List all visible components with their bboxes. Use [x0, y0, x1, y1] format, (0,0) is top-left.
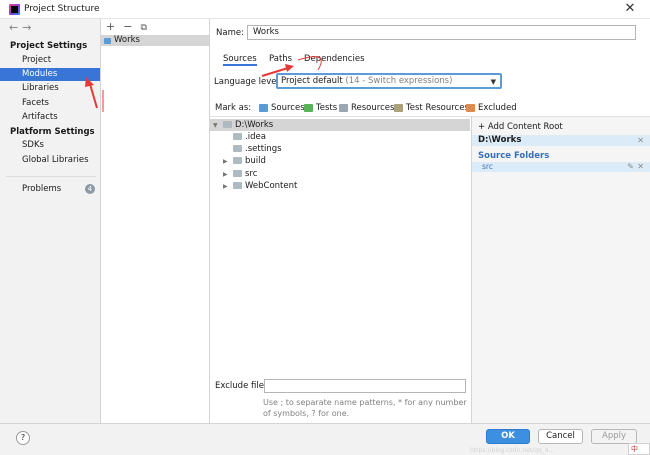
- title-bar: Project Structure ✕: [0, 0, 650, 19]
- module-name-field[interactable]: Works: [247, 25, 636, 40]
- sidebar-divider: [6, 176, 96, 177]
- language-level-detail: (14 - Switch expressions): [345, 76, 453, 86]
- source-folders-label: Source Folders: [478, 151, 550, 161]
- apply-button[interactable]: Apply: [591, 429, 637, 444]
- folder-icon: [233, 170, 242, 177]
- module-item-label: Works: [114, 35, 140, 45]
- tree-row-label: .idea: [245, 132, 266, 142]
- content-root-header: D:\Works ✕: [472, 135, 650, 146]
- tree-row-build[interactable]: ▶ build: [223, 155, 266, 167]
- mark-as-label: Mark as:: [215, 103, 252, 113]
- mark-sources-label: Sources: [271, 103, 305, 113]
- tree-row-label: WebContent: [245, 181, 298, 191]
- add-content-root-button[interactable]: + Add Content Root: [472, 122, 650, 132]
- sidebar-item-facets[interactable]: Facets: [0, 97, 100, 110]
- tree-row-src[interactable]: ▶ src: [223, 168, 257, 180]
- ok-button[interactable]: OK: [486, 429, 530, 444]
- mark-sources-button[interactable]: Sources: [259, 103, 305, 114]
- section-platform-settings: Platform Settings: [10, 127, 95, 137]
- remove-icon[interactable]: −: [123, 20, 132, 33]
- content-roots-panel: + Add Content Root D:\Works ✕ Source Fol…: [471, 116, 650, 423]
- content-root-tree: ▼ D:\Works .idea .settings ▶ build ▶ src ▶ W…: [210, 116, 471, 374]
- folder-icon: [233, 133, 242, 140]
- collapsed-arrow-icon[interactable]: ▶: [223, 156, 233, 168]
- mark-resources-button[interactable]: Resources: [339, 103, 394, 114]
- edit-icon[interactable]: ✎: [627, 162, 634, 172]
- tree-row-settings[interactable]: .settings: [223, 143, 282, 155]
- excluded-folder-icon: [466, 104, 475, 112]
- window-title: Project Structure: [24, 4, 100, 14]
- module-folder-icon: [104, 38, 111, 44]
- remove-root-icon[interactable]: ✕: [637, 135, 644, 146]
- module-list-panel: + − ⧉ Works: [101, 19, 210, 423]
- tree-row-webcontent[interactable]: ▶ WebContent: [223, 180, 297, 192]
- folder-icon: [233, 157, 242, 164]
- watermark-text: https://blog.csdn.net/qq_4...: [470, 447, 555, 454]
- source-folder-entry[interactable]: src ✎ ✕: [472, 162, 650, 172]
- tree-row-label: build: [245, 156, 266, 166]
- help-icon[interactable]: ?: [16, 431, 30, 445]
- tree-row-label: D:\Works: [235, 120, 274, 130]
- mark-excluded-label: Excluded: [478, 103, 517, 113]
- tree-row-label: .settings: [245, 144, 282, 154]
- close-icon[interactable]: ✕: [623, 2, 637, 16]
- module-toolbar: + − ⧉: [106, 20, 155, 33]
- copy-icon[interactable]: ⧉: [140, 23, 146, 33]
- tab-paths[interactable]: Paths: [269, 54, 292, 66]
- mark-tests-label: Tests: [316, 103, 338, 113]
- exclude-files-hint: Use ; to separate name patterns, * for a…: [263, 398, 467, 418]
- exclude-files-input[interactable]: [264, 379, 466, 393]
- test-resources-folder-icon: [394, 104, 403, 112]
- tab-sources[interactable]: Sources: [223, 54, 257, 66]
- folder-icon: [233, 145, 242, 152]
- mark-excluded-button[interactable]: Excluded: [466, 103, 517, 114]
- folder-icon: [233, 182, 242, 189]
- mark-test-resources-label: Test Resources: [406, 103, 469, 113]
- sidebar-item-sdks[interactable]: SDKs: [0, 139, 100, 152]
- content-root-path: D:\Works: [478, 135, 522, 145]
- back-forward-icon[interactable]: ←→: [9, 21, 35, 34]
- sidebar-item-global-libraries[interactable]: Global Libraries: [0, 154, 100, 167]
- settings-sidebar: ←→ Project Settings Project Modules Libr…: [0, 19, 101, 423]
- tree-row-label: src: [245, 169, 258, 179]
- chevron-down-icon: ▼: [490, 78, 496, 86]
- tree-row-idea[interactable]: .idea: [223, 131, 266, 143]
- sidebar-item-modules[interactable]: Modules: [0, 68, 100, 81]
- name-label: Name:: [216, 28, 244, 38]
- remove-source-icon[interactable]: ✕: [637, 162, 644, 172]
- source-folder-name: src: [482, 162, 493, 171]
- language-level-label: Language level:: [214, 77, 282, 87]
- section-project-settings: Project Settings: [10, 41, 88, 51]
- resources-folder-icon: [339, 104, 348, 112]
- problems-count-badge: 4: [85, 184, 95, 194]
- module-item-works[interactable]: Works: [101, 35, 209, 46]
- intellij-logo-icon: [9, 4, 20, 15]
- ime-indicator: 中: [628, 443, 650, 455]
- mark-test-resources-button[interactable]: Test Resources: [394, 103, 469, 114]
- sidebar-item-project[interactable]: Project: [0, 54, 100, 67]
- tree-row-root[interactable]: ▼ D:\Works: [210, 119, 470, 131]
- add-icon[interactable]: +: [106, 20, 115, 33]
- folder-icon: [223, 121, 232, 128]
- sources-folder-icon: [259, 104, 268, 112]
- mark-tests-button[interactable]: Tests: [304, 103, 337, 114]
- sidebar-item-artifacts[interactable]: Artifacts: [0, 111, 100, 124]
- tests-folder-icon: [304, 104, 313, 112]
- tab-dependencies[interactable]: Dependencies: [304, 54, 365, 66]
- language-level-select[interactable]: Project default (14 - Switch expressions…: [276, 73, 502, 89]
- collapsed-arrow-icon[interactable]: ▶: [223, 181, 233, 193]
- mark-resources-label: Resources: [351, 103, 395, 113]
- cancel-button[interactable]: Cancel: [538, 429, 583, 444]
- language-level-value: Project default: [281, 76, 343, 86]
- sidebar-item-libraries[interactable]: Libraries: [0, 82, 100, 95]
- expanded-arrow-icon: ▼: [213, 122, 218, 129]
- exclude-files-label: Exclude files:: [215, 381, 272, 391]
